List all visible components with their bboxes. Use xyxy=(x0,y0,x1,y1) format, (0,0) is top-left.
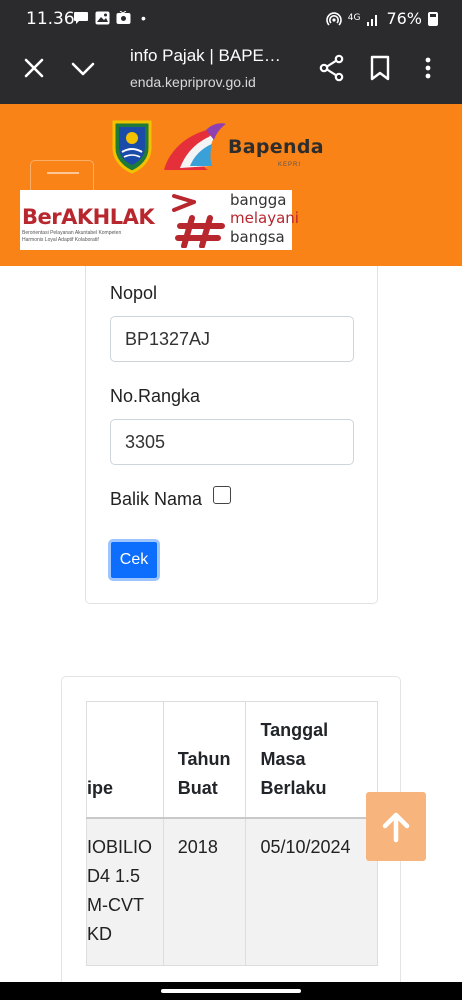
status-bar: 11.36 • 4G 76% xyxy=(0,0,462,36)
network-type: 4G xyxy=(347,13,361,23)
result-table-scroll[interactable]: ipe Tahun Buat Tanggal Masa Berlaku IOBI… xyxy=(86,701,378,1000)
berakhlak-banner: BerAKHLAK Berorientasi Pelayanan Akuntab… xyxy=(20,190,299,250)
more-vert-icon[interactable] xyxy=(418,54,438,82)
header-tanggal-line-2: Masa xyxy=(260,748,306,769)
cell-tahun-buat: 2018 xyxy=(162,817,247,966)
cek-button[interactable]: Cek xyxy=(108,539,160,581)
site-header: Bapenda KEPRI BerAKHLAK Berorientasi Pel… xyxy=(0,104,462,266)
cell-tipe: IOBILIO D4 1.5 M-CVT KD xyxy=(86,817,164,966)
rangka-label: No.Rangka xyxy=(110,386,201,406)
bapenda-logo[interactable]: Bapenda KEPRI xyxy=(160,118,330,178)
close-icon[interactable] xyxy=(20,54,48,82)
hashtag-icon xyxy=(172,194,225,248)
media-icon xyxy=(116,11,131,24)
header-tanggal-line-3: Berlaku xyxy=(260,777,327,798)
signal-icon xyxy=(367,14,378,26)
cell-tipe-line-2: D4 1.5 xyxy=(87,865,141,886)
page-title: info Pajak | BAPE… xyxy=(130,46,281,65)
bapenda-brand-name: Bapenda xyxy=(228,136,324,158)
banner-tagline-1: Berorientasi Pelayanan Akuntabel Kompete… xyxy=(22,230,122,236)
banner-tagline-2: Harmonis Loyal Adaptif Kolaboratif xyxy=(22,237,99,243)
bapenda-swirl-icon xyxy=(164,123,226,170)
table-row: IOBILIO D4 1.5 M-CVT KD 2018 05/10/2024 xyxy=(86,817,378,966)
kepri-emblem-logo xyxy=(112,120,152,174)
chat-icon xyxy=(74,12,88,24)
battery-icon xyxy=(428,11,438,26)
header-tanggal-masa-berlaku: Tanggal Masa Berlaku xyxy=(245,701,378,819)
header-tipe-text: ipe xyxy=(87,777,114,798)
page-url[interactable]: enda.kepriprov.go.id xyxy=(130,74,256,90)
result-card: ipe Tahun Buat Tanggal Masa Berlaku IOBI… xyxy=(61,676,401,1000)
header-tanggal-line-1: Tanggal xyxy=(260,719,329,740)
scroll-to-top-button[interactable] xyxy=(366,792,426,861)
balik-nama-checkbox[interactable] xyxy=(213,486,231,504)
browser-toolbar: info Pajak | BAPE… enda.kepriprov.go.id xyxy=(0,36,462,104)
arrow-up-icon xyxy=(382,812,410,842)
banner-berakhlak-text: BerAKHLAK xyxy=(22,205,155,229)
header-tipe: ipe xyxy=(86,701,164,819)
banner-line-bangsa: bangsa xyxy=(230,228,285,246)
hamburger-line xyxy=(47,172,79,174)
hotspot-icon xyxy=(326,11,342,26)
header-tahun-line-2: Buat xyxy=(177,777,218,798)
status-right: 4G 76% xyxy=(326,9,438,28)
notification-dot: • xyxy=(141,10,146,26)
share-icon[interactable] xyxy=(318,54,346,82)
image-icon xyxy=(95,11,110,25)
status-time: 11.36 xyxy=(26,9,75,29)
battery-percent: 76% xyxy=(386,9,422,28)
balik-nama-label: Balik Nama xyxy=(110,489,203,509)
system-navigation-bar xyxy=(0,982,462,1000)
bookmark-icon[interactable] xyxy=(368,54,392,82)
search-form-card: Nopol No.Rangka Balik Nama Cek xyxy=(85,266,378,604)
status-notifications: • xyxy=(73,10,146,26)
cell-tipe-line-4: KD xyxy=(87,923,113,944)
header-tahun-buat: Tahun Buat xyxy=(162,701,247,819)
cell-tanggal-masa-berlaku: 05/10/2024 xyxy=(245,817,378,966)
rangka-input[interactable] xyxy=(110,419,354,465)
table-header-row: ipe Tahun Buat Tanggal Masa Berlaku xyxy=(86,701,378,819)
header-tahun-line-1: Tahun xyxy=(177,748,231,769)
bapenda-brand-sub: KEPRI xyxy=(278,162,302,168)
home-gesture-handle[interactable] xyxy=(161,989,301,993)
nopol-input[interactable] xyxy=(110,316,354,362)
banner-line-melayani: melayani xyxy=(230,209,299,227)
result-table: ipe Tahun Buat Tanggal Masa Berlaku IOBI… xyxy=(86,701,378,966)
cell-tipe-line-1: IOBILIO xyxy=(87,836,153,857)
chevron-down-icon[interactable] xyxy=(68,54,98,82)
nopol-label: Nopol xyxy=(110,283,158,303)
cell-tipe-line-3: M-CVT xyxy=(87,894,144,915)
banner-line-bangga: bangga xyxy=(230,191,287,209)
